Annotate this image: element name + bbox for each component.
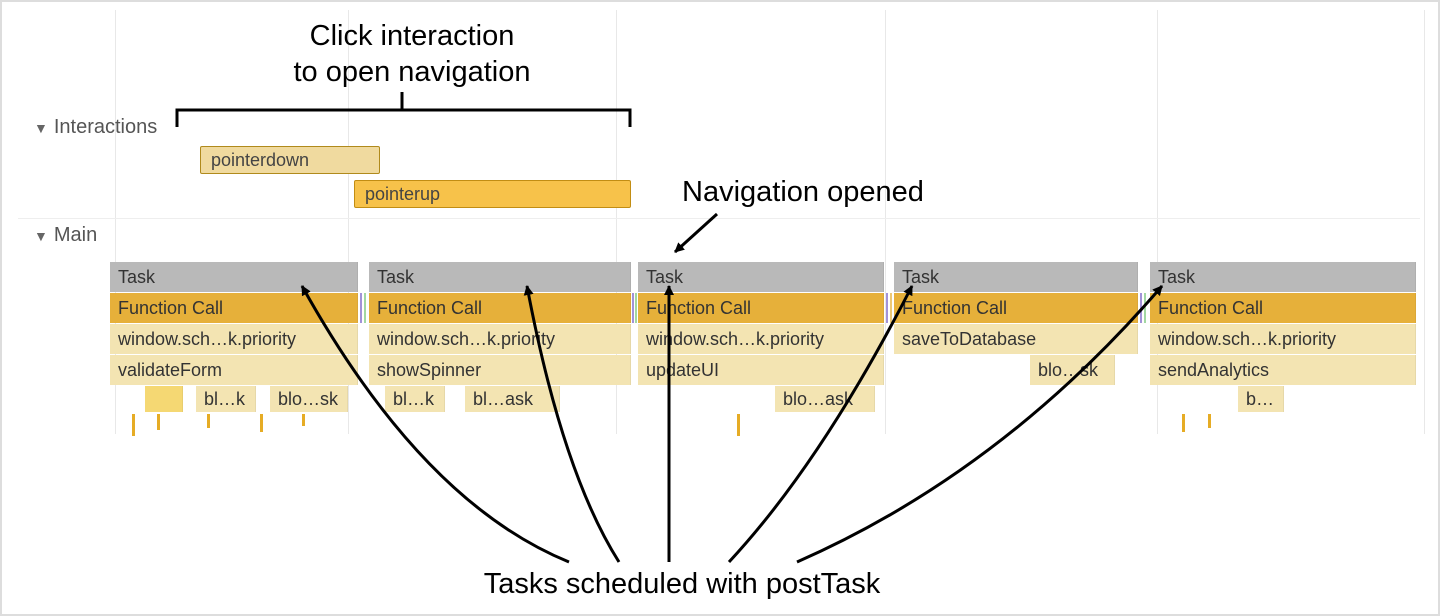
flame-tick <box>302 414 305 426</box>
micro-task-strip <box>886 293 888 323</box>
call-l3[interactable]: window.sch…k.priority <box>638 324 884 354</box>
call-l4[interactable]: validateForm <box>110 355 358 385</box>
flame-tick <box>157 414 160 430</box>
task-bar[interactable]: Task <box>1150 262 1416 292</box>
call-l4[interactable]: updateUI <box>638 355 884 385</box>
call-l3[interactable]: saveToDatabase <box>894 324 1138 354</box>
function-call-bar[interactable]: Function Call <box>1150 293 1416 323</box>
call-l3[interactable]: window.sch…k.priority <box>110 324 358 354</box>
flame-tick <box>1208 414 1211 428</box>
track-label-interactions[interactable]: ▼ Interactions <box>34 116 157 139</box>
call-l4[interactable]: showSpinner <box>369 355 631 385</box>
row-l4: validateForm showSpinner updateUI blo…sk… <box>110 355 1420 385</box>
function-call-bar[interactable]: Function Call <box>638 293 884 323</box>
annotation-tasks-scheduled: Tasks scheduled with postTask <box>402 566 962 602</box>
function-call-bar[interactable]: Function Call <box>110 293 358 323</box>
disclosure-triangle-icon[interactable]: ▼ <box>34 228 48 244</box>
gridline <box>1424 10 1425 434</box>
interaction-bar-pointerup[interactable]: pointerup <box>354 180 631 208</box>
interaction-bar-pointerdown[interactable]: pointerdown <box>200 146 380 174</box>
call-l5[interactable]: bl…k <box>196 386 256 412</box>
track-label-main[interactable]: ▼ Main <box>34 224 97 247</box>
flame-tick <box>207 414 210 428</box>
task-bar[interactable]: Task <box>638 262 884 292</box>
annotation-nav-opened: Navigation opened <box>682 174 982 210</box>
disclosure-triangle-icon[interactable]: ▼ <box>34 120 48 136</box>
function-call-bar[interactable]: Function Call <box>369 293 631 323</box>
call-l5[interactable]: b… <box>1238 386 1284 412</box>
row-task: Task Task Task Task Task <box>110 262 1420 292</box>
flame-tick <box>260 414 263 432</box>
micro-task-strip <box>360 293 362 323</box>
call-l3[interactable]: window.sch…k.priority <box>369 324 631 354</box>
micro-task-strip <box>364 293 366 323</box>
flame-tick <box>132 414 135 436</box>
track-label-text: Main <box>54 224 97 247</box>
call-l5[interactable]: bl…ask <box>465 386 560 412</box>
task-bar[interactable]: Task <box>894 262 1138 292</box>
task-bar[interactable]: Task <box>369 262 631 292</box>
flame-tick <box>1182 414 1185 432</box>
row-l3: window.sch…k.priority window.sch…k.prior… <box>110 324 1420 354</box>
micro-task-strip <box>632 293 634 323</box>
function-call-bar[interactable]: Function Call <box>894 293 1138 323</box>
task-bar[interactable]: Task <box>110 262 358 292</box>
micro-task-strip <box>1140 293 1142 323</box>
call-l4[interactable]: blo…sk <box>1030 355 1115 385</box>
call-l3[interactable]: window.sch…k.priority <box>1150 324 1416 354</box>
track-label-text: Interactions <box>54 116 157 139</box>
micro-task-strip <box>1144 293 1146 323</box>
call-l5[interactable]: blo…ask <box>775 386 875 412</box>
track-separator <box>18 218 1420 219</box>
devtools-flame-diagram: ▼ Interactions ▼ Main pointerdown pointe… <box>0 0 1440 616</box>
flame-tick <box>737 414 740 436</box>
row-function-call: Function Call Function Call Function Cal… <box>110 293 1420 323</box>
micro-task-strip <box>635 293 637 323</box>
micro-task-strip <box>890 293 892 323</box>
call-l4[interactable]: sendAnalytics <box>1150 355 1416 385</box>
row-l5: bl…k blo…sk bl…k bl…ask blo…ask b… <box>110 386 1420 412</box>
call-l5[interactable] <box>145 386 183 412</box>
call-l5[interactable]: blo…sk <box>270 386 348 412</box>
call-l5[interactable]: bl…k <box>385 386 445 412</box>
annotation-click-interaction: Click interaction to open navigation <box>257 18 567 91</box>
